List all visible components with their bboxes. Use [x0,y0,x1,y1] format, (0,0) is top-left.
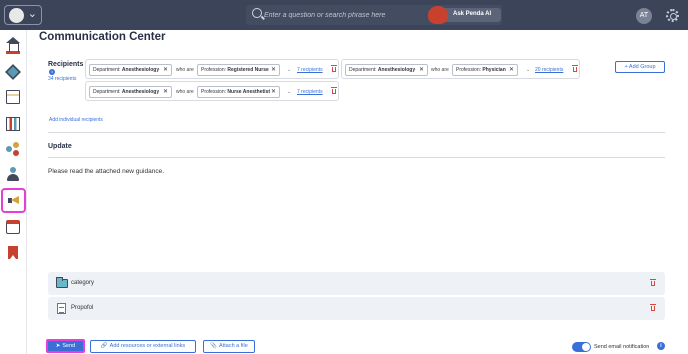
department-chip[interactable]: Department: Anesthesiology ✕ [345,64,428,76]
info-icon[interactable]: i [657,342,665,350]
ask-ai-button[interactable]: Ask Penda AI [428,6,501,24]
department-value: Anesthesiology [121,67,160,73]
network-icon[interactable] [6,142,20,156]
page-title: Communication Center [39,31,166,43]
email-notification-label: Send email notification [594,344,650,350]
who-are-text: who are [431,67,449,73]
bookmark-icon[interactable] [8,246,18,259]
profession-value: Nurse Anesthetist [227,89,271,95]
department-chip[interactable]: Department: Anesthesiology ✕ [89,86,172,98]
trash-icon[interactable] [331,87,337,94]
profession-key: Profession: [201,67,227,73]
file-icon [57,303,66,314]
avatar[interactable]: AT [636,8,652,24]
chart-board-icon[interactable] [6,117,20,131]
chevron-down-icon[interactable]: ⌄ [287,65,291,75]
cube-icon[interactable] [5,64,21,80]
chevron-down-icon: ⌄ [27,8,37,20]
gear-icon[interactable] [666,9,679,22]
department-value: Anesthesiology [121,89,160,95]
paperclip-icon: 📎 [210,343,218,349]
people-icon[interactable] [6,167,20,181]
profession-key: Profession: [456,67,482,73]
recipients-label: Recipients [48,61,84,68]
attachment-label: category [71,280,95,286]
department-key: Department: [349,67,377,73]
folder-icon [56,277,68,288]
attach-file-label: Attach a file [219,343,248,349]
recipient-rule: Department: Anesthesiology ✕ who are Pro… [85,81,339,101]
send-label: Send [62,343,76,349]
profession-value: Physician [482,67,506,73]
ask-ai-label: Ask Penda AI [453,11,492,17]
sidebar [0,30,27,354]
document-edit-icon[interactable] [6,90,20,104]
message-body[interactable]: Please read the attached new guidance. [48,168,164,175]
chevron-down-icon[interactable]: ⌄ [287,87,291,97]
rule-recipient-count[interactable]: 7 recipients [297,65,323,75]
send-icon: ➤ [55,343,61,349]
email-notification-toggle[interactable] [572,342,591,352]
remove-icon[interactable]: ✕ [271,65,276,75]
trash-icon[interactable] [572,65,578,72]
recipients-count-link[interactable]: 34 recipients [48,76,76,82]
trash-icon[interactable] [331,65,337,72]
recipient-rule: Department: Anesthesiology ✕ who are Pro… [85,59,339,79]
add-individual-recipients-link[interactable]: Add individual recipients [49,117,103,123]
who-are-text: who are [176,89,194,95]
trash-icon[interactable] [650,304,656,311]
department-chip[interactable]: Department: Anesthesiology ✕ [89,64,172,76]
message-subject[interactable]: Update [48,143,72,150]
department-key: Department: [93,89,121,95]
profession-chip[interactable]: Profession: Registered Nurse ✕ [197,64,280,76]
rule-recipient-count[interactable]: 20 recipients [535,65,563,75]
remove-icon[interactable]: ✕ [163,87,168,97]
remove-icon[interactable]: ✕ [509,65,514,75]
profession-chip[interactable]: Profession: Physician ✕ [452,64,518,76]
divider [48,157,665,158]
attachment-item[interactable]: Propofol [48,297,665,320]
recipient-rule: Department: Anesthesiology ✕ who are Pro… [341,59,580,79]
who-are-text: who are [176,67,194,73]
add-group-button[interactable]: + Add Group [615,61,665,73]
search-icon [252,8,262,18]
add-resources-label: Add resources or external links [109,343,186,349]
attachment-label: Propofol [71,305,94,311]
department-value: Anesthesiology [377,67,416,73]
remove-icon[interactable]: ✕ [163,65,168,75]
attach-file-button[interactable]: 📎 Attach a file [203,340,255,353]
attachment-item[interactable]: category [48,272,665,295]
top-bar: ⌄ Ask Penda AI AT [0,0,688,30]
profession-value: Registered Nurse [227,67,269,73]
profession-chip[interactable]: Profession: Nurse Anesthetist ✕ [197,86,280,98]
remove-icon[interactable]: ✕ [271,87,276,97]
calendar-icon[interactable] [6,220,20,234]
ai-mascot-icon [428,6,448,24]
send-button[interactable]: ➤ Send [46,339,85,353]
home-icon[interactable] [6,37,20,54]
trash-icon[interactable] [650,279,656,286]
logo-menu-button[interactable]: ⌄ [4,5,42,25]
link-icon: 🔗 [100,343,108,349]
logo-icon [9,8,24,23]
remove-icon[interactable]: ✕ [419,65,424,75]
megaphone-icon [8,196,19,205]
add-resources-button[interactable]: 🔗 Add resources or external links [90,340,196,353]
profession-key: Profession: [201,89,227,95]
sidebar-item-communication[interactable] [1,188,26,213]
divider [48,132,665,133]
rule-recipient-count[interactable]: 7 recipients [297,87,323,97]
search-input[interactable] [264,8,422,22]
info-icon[interactable]: i [49,69,55,75]
chevron-down-icon[interactable]: ⌄ [526,65,530,75]
department-key: Department: [93,67,121,73]
